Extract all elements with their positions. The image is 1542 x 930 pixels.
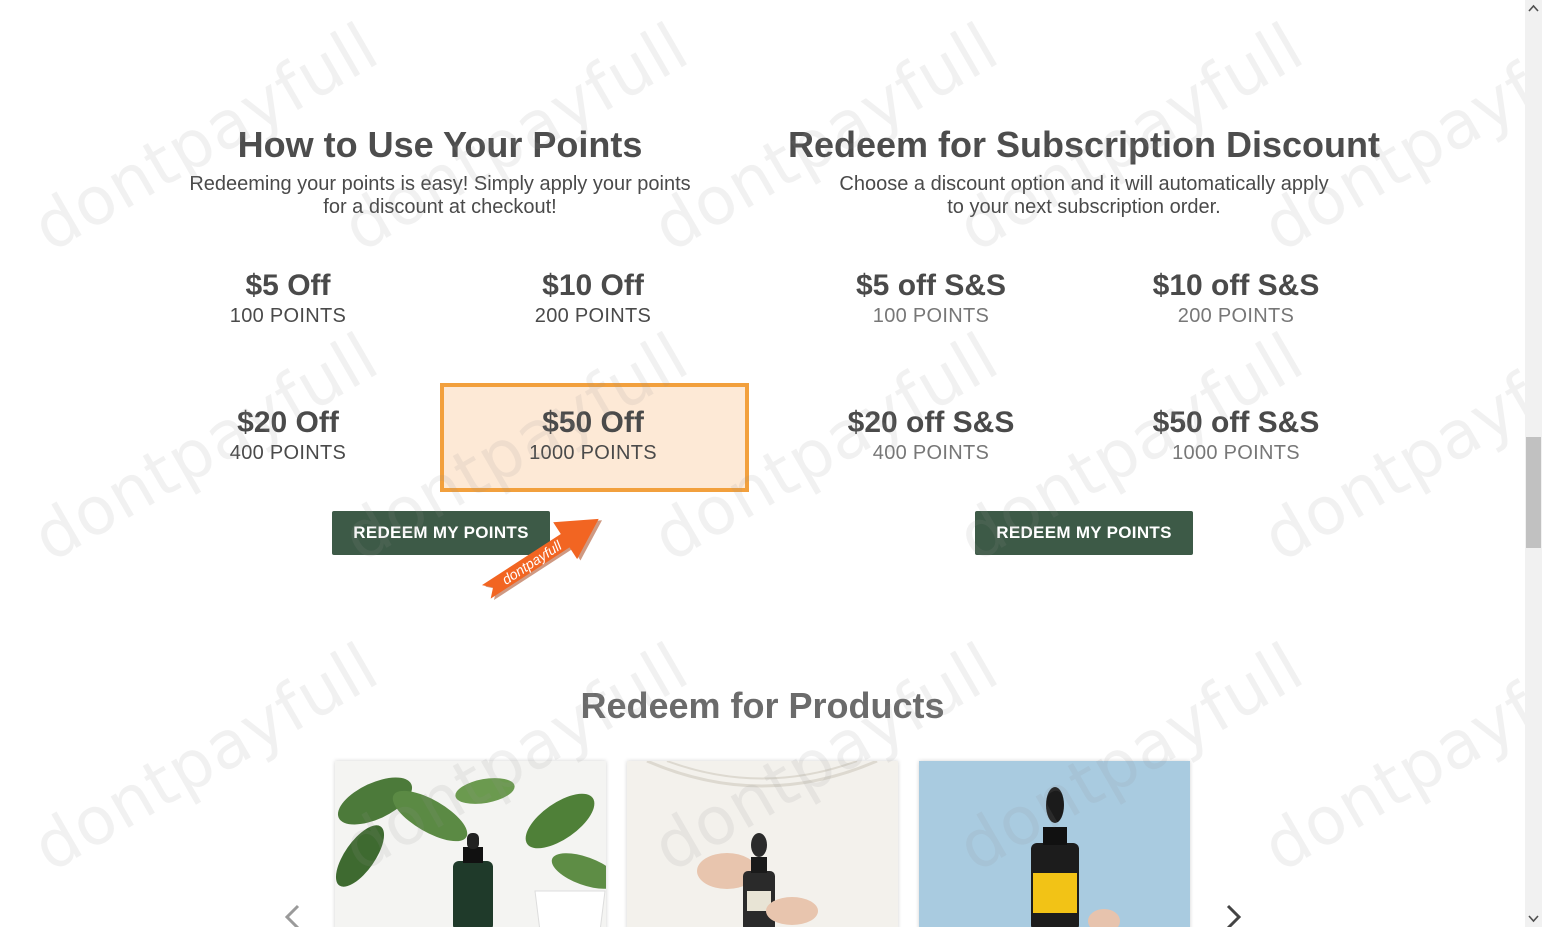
tier-points: 200 POINTS xyxy=(1177,305,1295,327)
points-section-title: How to Use Your Points xyxy=(237,124,643,165)
tier-points: 200 POINTS xyxy=(534,305,652,327)
reward-tier-20-off[interactable]: $20 Off 400 POINTS xyxy=(138,406,438,465)
subscription-section-subtitle: Choose a discount option and it will aut… xyxy=(784,173,1384,219)
tier-amount: $50 off S&S xyxy=(1152,406,1320,439)
tier-points: 1000 POINTS xyxy=(1172,442,1300,464)
carousel-next-button[interactable] xyxy=(1222,902,1246,927)
tier-points: 400 POINTS xyxy=(229,442,347,464)
tier-amount: $20 Off xyxy=(237,406,339,439)
subscription-tier-10-off[interactable]: $10 off S&S 200 POINTS xyxy=(1086,269,1386,328)
tier-amount: $20 off S&S xyxy=(847,406,1015,439)
page: How to Use Your Points Redeeming your po… xyxy=(0,0,1525,927)
tier-amount: $5 off S&S xyxy=(855,269,1007,302)
subscription-tier-50-off[interactable]: $50 off S&S 1000 POINTS xyxy=(1086,406,1386,465)
scroll-up-arrow-icon xyxy=(1528,4,1539,12)
subscription-tier-20-off[interactable]: $20 off S&S 400 POINTS xyxy=(781,406,1081,465)
subtitle-line: Redeeming your points is easy! Simply ap… xyxy=(189,173,691,195)
reward-tier-5-off[interactable]: $5 Off 100 POINTS xyxy=(138,269,438,328)
product-image-omega-bottle xyxy=(919,761,1190,927)
points-section-subtitle: Redeeming your points is easy! Simply ap… xyxy=(140,173,740,219)
tier-points: 1000 POINTS xyxy=(529,442,657,464)
tier-amount: $50 Off xyxy=(542,406,644,439)
product-card[interactable] xyxy=(335,761,606,927)
scroll-down-button[interactable] xyxy=(1525,910,1542,927)
tier-amount: $10 Off xyxy=(542,269,644,302)
subtitle-line: to your next subscription order. xyxy=(947,196,1221,218)
chevron-left-icon xyxy=(284,904,300,927)
product-image-zinc-dropper xyxy=(627,761,898,927)
chevron-right-icon xyxy=(1226,904,1242,927)
arrow-label: dontpayfull xyxy=(499,537,565,588)
tier-amount: $10 off S&S xyxy=(1152,269,1320,302)
reward-tier-50-off[interactable]: $50 Off 1000 POINTS xyxy=(443,406,743,465)
subscription-section-title: Redeem for Subscription Discount xyxy=(787,124,1381,165)
vertical-scrollbar[interactable] xyxy=(1525,0,1542,927)
scrollbar-thumb[interactable] xyxy=(1526,437,1541,548)
tier-points: 100 POINTS xyxy=(872,305,990,327)
redeem-subscription-points-button[interactable]: REDEEM MY POINTS xyxy=(975,511,1193,555)
product-image-dropper-plants xyxy=(335,761,606,927)
subtitle-line: for a discount at checkout! xyxy=(323,196,557,218)
scroll-down-arrow-icon xyxy=(1528,915,1539,923)
tier-points: 400 POINTS xyxy=(872,442,990,464)
promo-arrow-icon: dontpayfull xyxy=(481,518,603,600)
tier-points: 100 POINTS xyxy=(229,305,347,327)
watermark: dontpayfull xyxy=(1250,627,1525,887)
products-section-title: Redeem for Products xyxy=(580,685,945,726)
carousel-prev-button[interactable] xyxy=(280,902,304,927)
subtitle-line: Choose a discount option and it will aut… xyxy=(839,173,1329,195)
product-card[interactable] xyxy=(627,761,898,927)
product-card[interactable] xyxy=(919,761,1190,927)
scroll-up-button[interactable] xyxy=(1525,0,1542,17)
subscription-tier-5-off[interactable]: $5 off S&S 100 POINTS xyxy=(781,269,1081,328)
reward-tier-10-off[interactable]: $10 Off 200 POINTS xyxy=(443,269,743,328)
tier-amount: $5 Off xyxy=(245,269,331,302)
